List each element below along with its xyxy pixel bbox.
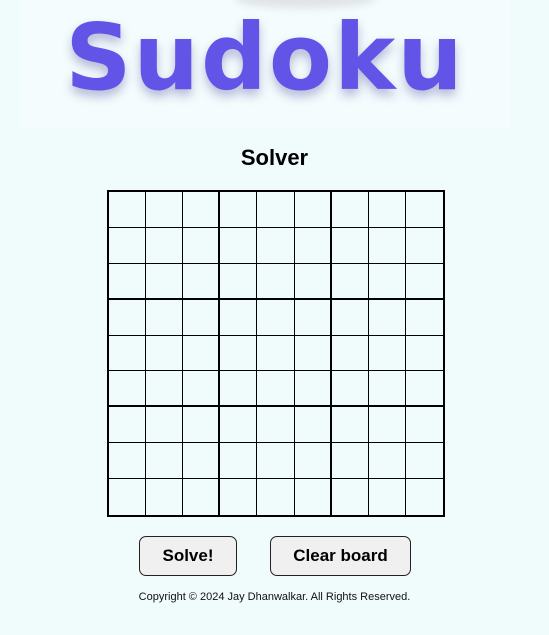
sudoku-cell[interactable] — [331, 299, 369, 336]
sudoku-cell[interactable] — [146, 407, 184, 444]
sudoku-cell[interactable] — [257, 263, 295, 300]
solve-button[interactable]: Solve! — [139, 536, 237, 576]
sudoku-cell[interactable] — [183, 479, 221, 515]
sudoku-cell[interactable] — [109, 479, 147, 515]
sudoku-cell[interactable] — [220, 407, 258, 444]
sudoku-cell[interactable] — [146, 263, 184, 300]
sudoku-cell[interactable] — [109, 443, 147, 480]
sudoku-cell[interactable] — [183, 443, 221, 480]
sudoku-cell[interactable] — [183, 335, 221, 372]
sudoku-cell[interactable] — [368, 263, 406, 300]
sudoku-cell[interactable] — [220, 335, 258, 372]
sudoku-cell[interactable] — [257, 371, 295, 408]
sudoku-cell[interactable] — [146, 299, 184, 336]
sudoku-cell[interactable] — [146, 443, 184, 480]
sudoku-cell[interactable] — [109, 227, 147, 264]
sudoku-cell[interactable] — [331, 335, 369, 372]
sudoku-cell[interactable] — [368, 371, 406, 408]
sudoku-cell[interactable] — [220, 371, 258, 408]
sudoku-cell[interactable] — [220, 299, 258, 336]
sudoku-cell[interactable] — [331, 407, 369, 444]
sudoku-cell[interactable] — [294, 227, 332, 264]
sudoku-cell[interactable] — [257, 299, 295, 336]
logo-banner: Sudoku — [20, 0, 510, 128]
sudoku-cell[interactable] — [405, 407, 443, 444]
sudoku-cell[interactable] — [109, 263, 147, 300]
sudoku-cell[interactable] — [109, 371, 147, 408]
sudoku-cell[interactable] — [183, 407, 221, 444]
clear-board-button[interactable]: Clear board — [270, 536, 411, 576]
app-logo: Sudoku — [65, 4, 465, 111]
sudoku-cell[interactable] — [331, 479, 369, 515]
sudoku-cell[interactable] — [294, 371, 332, 408]
sudoku-cell[interactable] — [368, 335, 406, 372]
sudoku-cell[interactable] — [109, 335, 147, 372]
sudoku-cell[interactable] — [368, 299, 406, 336]
sudoku-cell[interactable] — [257, 227, 295, 264]
sudoku-cell[interactable] — [405, 443, 443, 480]
sudoku-cell[interactable] — [294, 479, 332, 515]
sudoku-cell[interactable] — [220, 192, 258, 228]
sudoku-cell[interactable] — [183, 263, 221, 300]
sudoku-cell[interactable] — [294, 335, 332, 372]
sudoku-cell[interactable] — [146, 227, 184, 264]
sudoku-cell[interactable] — [146, 371, 184, 408]
sudoku-cell[interactable] — [405, 479, 443, 515]
sudoku-cell[interactable] — [294, 263, 332, 300]
sudoku-cell[interactable] — [405, 299, 443, 336]
sudoku-cell[interactable] — [294, 299, 332, 336]
sudoku-cell[interactable] — [146, 479, 184, 515]
sudoku-cell[interactable] — [331, 443, 369, 480]
sudoku-cell[interactable] — [109, 192, 147, 228]
sudoku-cell[interactable] — [146, 335, 184, 372]
sudoku-cell[interactable] — [331, 192, 369, 228]
sudoku-cell[interactable] — [220, 263, 258, 300]
sudoku-cell[interactable] — [257, 192, 295, 228]
sudoku-cell[interactable] — [183, 371, 221, 408]
sudoku-cell[interactable] — [183, 192, 221, 228]
sudoku-cell[interactable] — [405, 263, 443, 300]
sudoku-cell[interactable] — [405, 192, 443, 228]
sudoku-cell[interactable] — [220, 479, 258, 515]
sudoku-cell[interactable] — [257, 443, 295, 480]
sudoku-cell[interactable] — [183, 227, 221, 264]
sudoku-cell[interactable] — [368, 479, 406, 515]
sudoku-cell[interactable] — [257, 407, 295, 444]
sudoku-cell[interactable] — [368, 227, 406, 264]
footer-copyright: Copyright © 2024 Jay Dhanwalkar. All Rig… — [138, 591, 411, 603]
sudoku-cell[interactable] — [368, 443, 406, 480]
sudoku-board — [107, 190, 445, 517]
sudoku-cell[interactable] — [220, 443, 258, 480]
sudoku-cell[interactable] — [294, 443, 332, 480]
sudoku-cell[interactable] — [257, 335, 295, 372]
sudoku-cell[interactable] — [405, 227, 443, 264]
sudoku-cell[interactable] — [368, 192, 406, 228]
sudoku-cell[interactable] — [109, 407, 147, 444]
sudoku-cell[interactable] — [183, 299, 221, 336]
sudoku-cell[interactable] — [405, 371, 443, 408]
sudoku-cell[interactable] — [146, 192, 184, 228]
sudoku-cell[interactable] — [109, 299, 147, 336]
sudoku-cell[interactable] — [405, 335, 443, 372]
page-title: Solver — [240, 145, 309, 170]
sudoku-cell[interactable] — [331, 263, 369, 300]
sudoku-cell[interactable] — [257, 479, 295, 515]
sudoku-cell[interactable] — [294, 192, 332, 228]
sudoku-cell[interactable] — [294, 407, 332, 444]
sudoku-cell[interactable] — [331, 227, 369, 264]
sudoku-cell[interactable] — [220, 227, 258, 264]
sudoku-cell[interactable] — [331, 371, 369, 408]
sudoku-cell[interactable] — [368, 407, 406, 444]
